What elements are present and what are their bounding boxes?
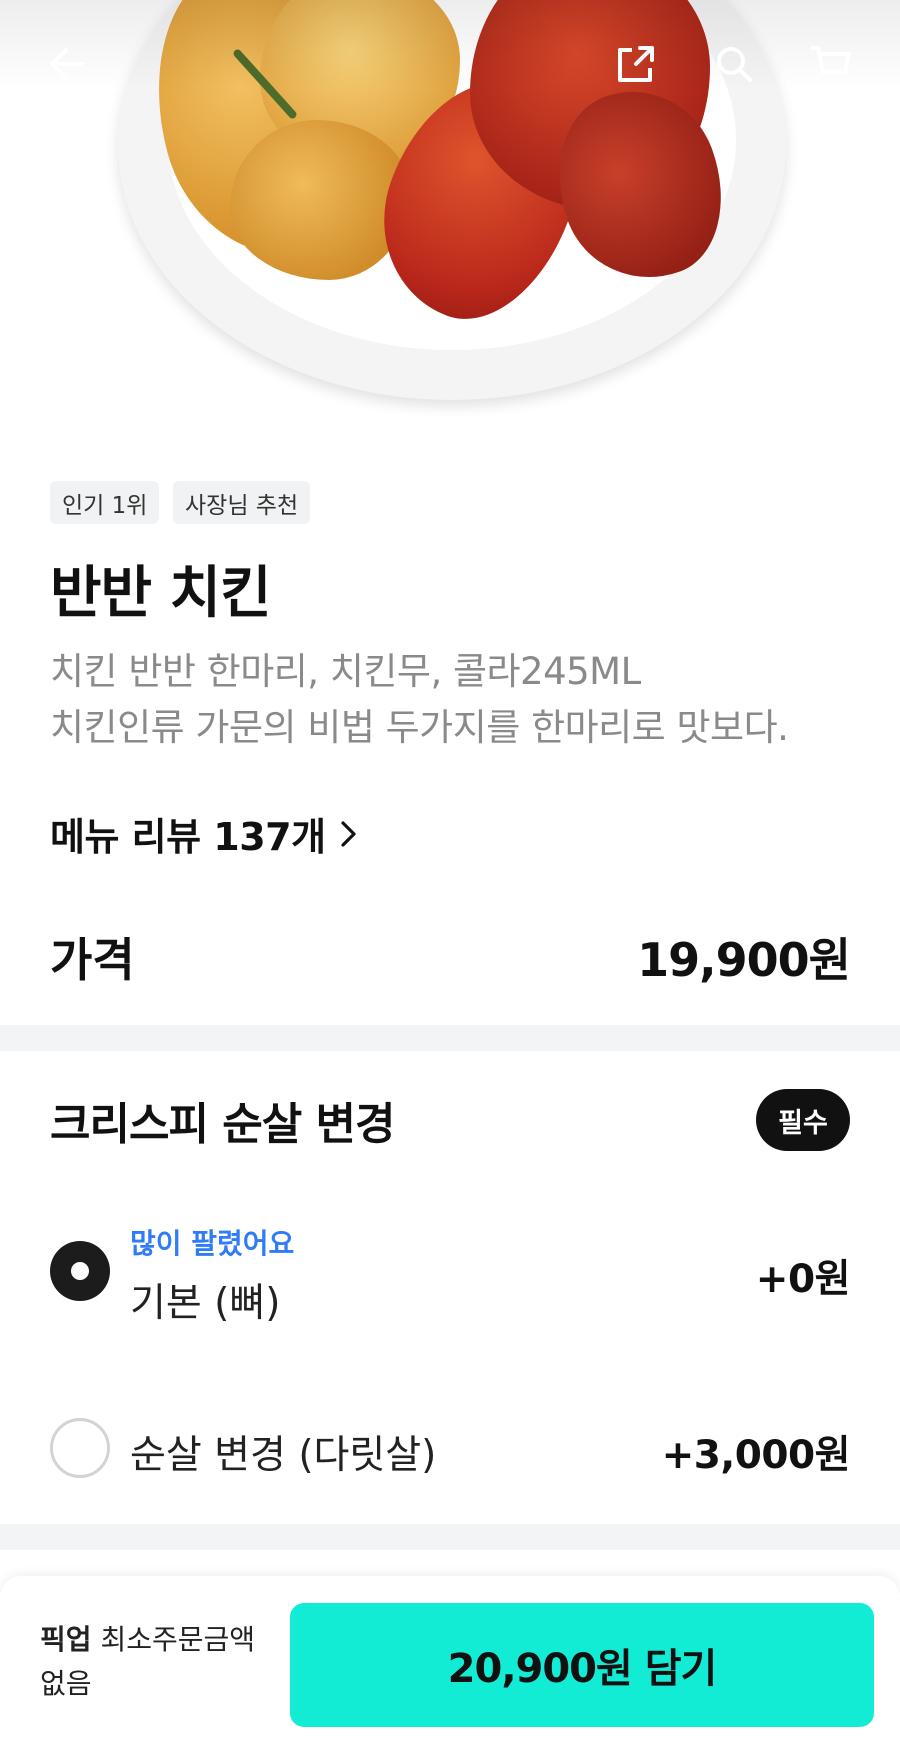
- required-badge: 필수: [756, 1089, 850, 1151]
- menu-description-line: 치킨인류 가문의 비법 두가지를 한마리로 맛보다.: [50, 706, 789, 749]
- tag-owner-recommend: 사장님 추천: [173, 481, 311, 524]
- fried-chicken-piece: [230, 120, 410, 280]
- hero-top-fade: [0, 0, 900, 90]
- option-popular-hint: 많이 팔렸어요: [130, 1227, 295, 1260]
- radio-option-boneless[interactable]: [50, 1418, 110, 1478]
- share-icon[interactable]: [614, 42, 658, 86]
- review-link-label: 메뉴 리뷰 137개: [50, 815, 326, 859]
- menu-hero-image: [0, 0, 900, 440]
- chevron-right-icon: [340, 819, 358, 849]
- bottom-order-bar: 픽업 최소주문금액 없음 20,900원 담기: [0, 1576, 900, 1754]
- price-label: 가격: [50, 933, 135, 987]
- option-label-boneless[interactable]: 순살 변경 (다릿살): [130, 1424, 436, 1480]
- add-to-cart-button[interactable]: 20,900원 담기: [290, 1603, 874, 1727]
- menu-description: 치킨 반반 한마리, 치킨무, 콜라245ML 치킨인류 가문의 비법 두가지를…: [50, 644, 789, 756]
- min-order-value: 없음: [40, 1667, 92, 1700]
- option-label-basic[interactable]: 기본 (뼈): [130, 1272, 280, 1328]
- min-order-label: 최소주문금액: [100, 1623, 255, 1656]
- pickup-label: 픽업: [40, 1623, 92, 1656]
- radio-option-basic[interactable]: [50, 1241, 110, 1301]
- search-icon[interactable]: [712, 42, 756, 86]
- option-price-basic: +0원: [755, 1257, 851, 1302]
- option-group-title: 크리스피 순살 변경: [50, 1099, 395, 1150]
- back-arrow-icon[interactable]: [44, 42, 88, 86]
- menu-review-link[interactable]: 메뉴 리뷰 137개: [50, 806, 358, 861]
- price-value: 19,900원: [637, 933, 851, 987]
- section-divider: [0, 1524, 900, 1550]
- tag-popular: 인기 1위: [50, 481, 160, 524]
- option-price-boneless: +3,000원: [661, 1433, 851, 1478]
- cart-icon[interactable]: [808, 42, 852, 86]
- pickup-min-order-info: 픽업 최소주문금액 없음: [40, 1618, 280, 1706]
- section-divider: [0, 1025, 900, 1051]
- menu-title: 반반 치킨: [50, 561, 272, 626]
- menu-description-line: 치킨 반반 한마리, 치킨무, 콜라245ML: [50, 650, 641, 693]
